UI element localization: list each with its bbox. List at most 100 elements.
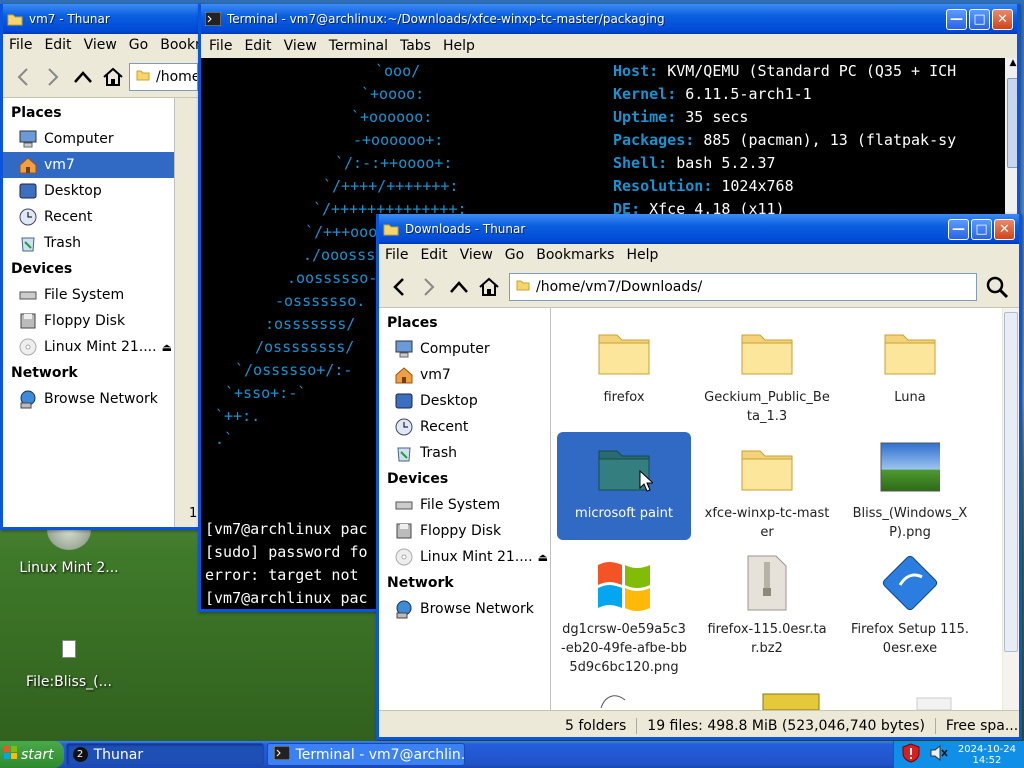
desktop-icon-bliss-file[interactable]: File:Bliss_(... [14, 640, 124, 690]
menu-file[interactable]: File [379, 247, 414, 263]
home-button[interactable] [475, 273, 503, 301]
file-item[interactable]: xfce-winxp-tc-master [700, 432, 834, 542]
menu-edit[interactable]: Edit [38, 37, 77, 53]
file-item[interactable]: Bliss_(Windows_XP).png [843, 432, 977, 542]
forward-button[interactable] [39, 63, 67, 91]
devices-header: Devices [11, 261, 73, 277]
folder-icon [880, 322, 940, 380]
file-item[interactable]: firefox-115.0esr.tar.bz2 [700, 548, 834, 658]
desktop-icon [17, 180, 39, 202]
image-file-icon [62, 640, 76, 658]
forward-button[interactable] [415, 273, 443, 301]
up-button[interactable] [445, 273, 473, 301]
sidebar-item-floppy[interactable]: Floppy Disk [3, 308, 174, 334]
search-icon[interactable] [983, 273, 1011, 301]
file-item[interactable]: Luna [843, 316, 977, 407]
sidebar-item-linux-mint[interactable]: Linux Mint 21.... ⏏ [379, 544, 550, 570]
info-separator: : [658, 154, 677, 172]
info-value: 35 secs [685, 108, 749, 126]
sidebar-item-browse-network[interactable]: Browse Network [379, 596, 550, 622]
menu-view[interactable]: View [454, 247, 499, 263]
scroll-thumb[interactable] [1007, 78, 1017, 168]
info-key: Resolution [613, 177, 704, 195]
address-text: /home [156, 68, 198, 85]
menu-file[interactable]: File [3, 37, 38, 53]
maximize-button[interactable]: □ [971, 218, 992, 240]
sidebar-item-recent[interactable]: Recent [3, 204, 174, 230]
up-button[interactable] [69, 63, 97, 91]
info-row: Host: KVM/QEMU (Standard PC (Q35 + ICH [613, 60, 956, 83]
menu-view[interactable]: View [78, 37, 123, 53]
menu-view[interactable]: View [278, 38, 323, 54]
volume-muted-icon[interactable] [930, 744, 948, 764]
file-name: firefox-115.0esr.tar.bz2 [707, 622, 827, 656]
title-bar[interactable]: Terminal - vm7@archlinux:~/Downloads/xfc… [201, 4, 1017, 34]
sidebar-item-computer[interactable]: Computer [379, 336, 550, 362]
menu-terminal[interactable]: Terminal [323, 38, 394, 54]
sidebar-item-vm7[interactable]: vm7 [3, 152, 174, 178]
sidebar-item-floppy[interactable]: Floppy Disk [379, 518, 550, 544]
info-row: Resolution: 1024x768 [613, 175, 794, 198]
menu-edit[interactable]: Edit [414, 247, 453, 263]
sidebar-item-file-system[interactable]: File System [379, 492, 550, 518]
minimize-button[interactable]: — [948, 218, 969, 240]
minimize-button[interactable]: — [946, 8, 967, 30]
menu-go[interactable]: Go [499, 247, 530, 263]
menu-help[interactable]: Help [437, 38, 481, 54]
sidebar-item-vm7[interactable]: vm7 [379, 362, 550, 388]
info-separator: : [667, 108, 686, 126]
file-item[interactable]: Firefox Setup 115.0esr.exe [843, 548, 977, 658]
floppy-icon [17, 310, 39, 332]
window-title: Terminal - vm7@archlinux:~/Downloads/xfc… [227, 12, 665, 26]
eject-icon[interactable]: ⏏ [538, 551, 548, 564]
sidebar-item-file-system[interactable]: File System [3, 282, 174, 308]
file-item[interactable]: firefox [557, 316, 691, 407]
address-bar[interactable]: /home [129, 62, 198, 91]
menu-bookmarks[interactable]: Bookm [154, 37, 204, 53]
side-pane: Places Computer vm7 Desktop Recent Trash… [3, 98, 175, 527]
computer-icon [393, 338, 415, 360]
title-bar[interactable]: vm7 - Thunar [3, 4, 204, 34]
close-button[interactable]: ✕ [994, 218, 1015, 240]
file-item[interactable]: Geckium_Public_Beta_1.3 [700, 316, 834, 426]
sidebar-item-desktop[interactable]: Desktop [3, 178, 174, 204]
menu-go[interactable]: Go [123, 37, 154, 53]
menu-bookmarks[interactable]: Bookmarks [530, 247, 620, 263]
menu-tabs[interactable]: Tabs [394, 38, 437, 54]
close-button[interactable]: ✕ [992, 8, 1013, 30]
file-icon-view[interactable]: firefox Geckium_Public_Beta_1.3 Luna micros… [551, 308, 1002, 710]
clock[interactable]: 2024-10-24 14:52 [958, 744, 1016, 766]
title-bar[interactable]: Downloads - Thunar — □ ✕ [379, 214, 1019, 244]
home-button[interactable] [99, 63, 127, 91]
maximize-button[interactable]: □ [969, 8, 990, 30]
file-view-scrollbar[interactable] [1003, 308, 1019, 710]
file-item[interactable]: microsoft paint [557, 432, 691, 540]
output-line: error: target not [205, 566, 359, 584]
sidebar-item-trash[interactable]: Trash [379, 440, 550, 466]
side-pane: Places Computer vm7 Desktop Recent Trash… [379, 308, 551, 710]
file-item[interactable]: dg1crsw-0e59a5c3-eb20-49fe-afbe-bb5d9c6b… [557, 548, 691, 677]
menu-file[interactable]: File [203, 38, 238, 54]
taskbar-button-terminal[interactable]: Terminal - vm7@archlin... [266, 743, 465, 766]
scroll-thumb[interactable] [1004, 312, 1018, 652]
sidebar-item-recent[interactable]: Recent [379, 414, 550, 440]
logo-line: `++:. [215, 407, 261, 425]
sidebar-item-computer[interactable]: Computer [3, 126, 174, 152]
sidebar-item-desktop[interactable]: Desktop [379, 388, 550, 414]
address-bar[interactable]: /home/vm7/Downloads/ [509, 272, 977, 301]
eject-icon[interactable]: ⏏ [162, 341, 172, 354]
taskbar-button-thunar[interactable]: 2 Thunar [65, 743, 264, 766]
menu-help[interactable]: Help [620, 247, 664, 263]
start-button[interactable]: start [0, 741, 64, 768]
sidebar-item-linux-mint[interactable]: Linux Mint 21.... ⏏ [3, 334, 174, 360]
security-shield-icon[interactable] [902, 743, 920, 766]
back-button[interactable] [9, 63, 37, 91]
folder-icon [7, 11, 23, 27]
scroll-up-arrow[interactable]: ▲ [1005, 58, 1017, 74]
sidebar-item-browse-network[interactable]: Browse Network [3, 386, 174, 412]
file-name: Luna [894, 390, 926, 405]
back-button[interactable] [385, 273, 413, 301]
menu-edit[interactable]: Edit [238, 38, 277, 54]
info-value: KVM/QEMU (Standard PC (Q35 + ICH [667, 62, 957, 80]
sidebar-item-trash[interactable]: Trash [3, 230, 174, 256]
